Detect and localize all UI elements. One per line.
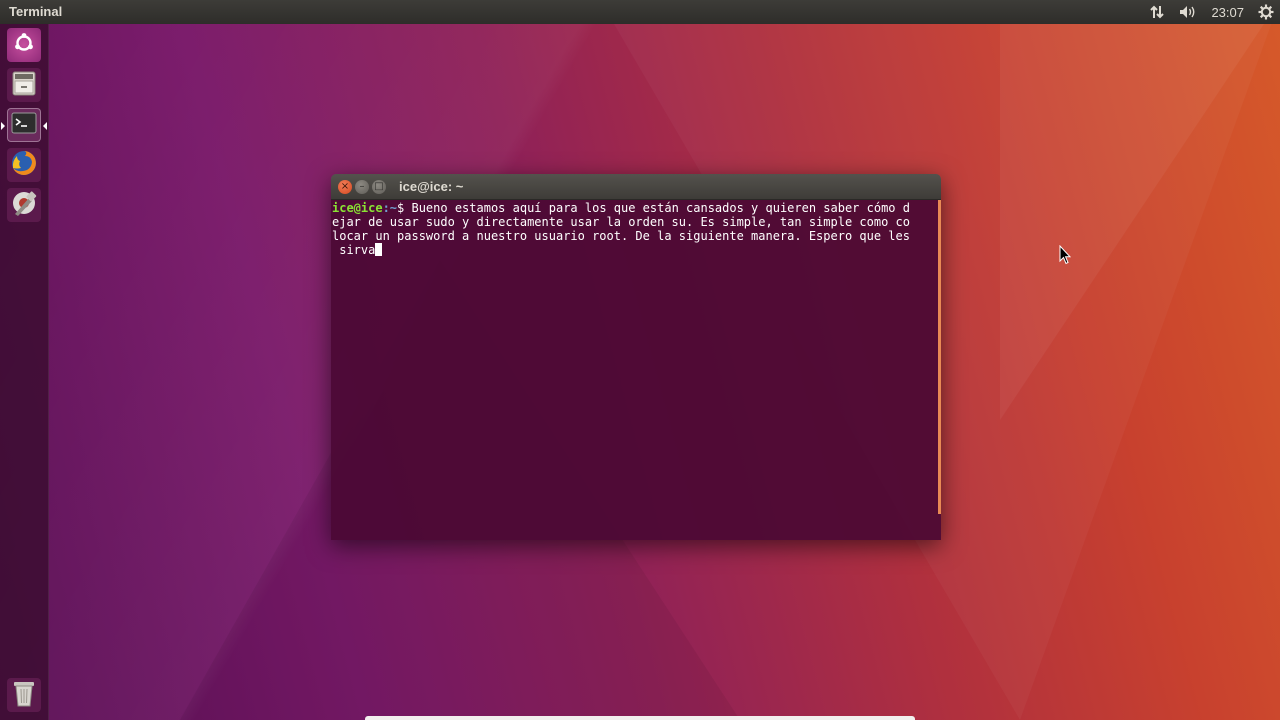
wallpaper-shard [1000, 0, 1280, 420]
active-app-title: Terminal [9, 4, 63, 19]
launcher-item-files[interactable] [7, 68, 41, 102]
launcher-item-trash[interactable] [7, 678, 41, 712]
top-panel: Terminal 23:07 [0, 0, 1280, 24]
network-icon[interactable] [1149, 0, 1165, 24]
terminal-scrollbar[interactable] [938, 200, 941, 514]
close-icon: × [340, 181, 350, 192]
prompt-path: :~ [382, 201, 398, 215]
prompt-user: ice@ice [332, 201, 383, 215]
bottom-popup-edge [365, 716, 915, 720]
file-cabinet-icon [10, 69, 38, 102]
launcher-item-terminal[interactable] [1, 108, 47, 142]
mouse-pointer-icon [1059, 244, 1072, 270]
indicator-area: 23:07 [1149, 0, 1274, 24]
minimize-icon: – [359, 181, 365, 192]
maximize-button[interactable]: □ [372, 180, 386, 194]
terminal-window[interactable]: × – □ ice@ice: ~ ice@ice:~$ Bueno estamo… [331, 174, 941, 540]
terminal-line: sirva [332, 243, 376, 257]
trash-icon [11, 678, 37, 713]
settings-icon [9, 188, 39, 223]
window-titlebar[interactable]: × – □ ice@ice: ~ [331, 174, 941, 200]
launcher-item-dash[interactable] [7, 28, 41, 62]
prompt-symbol: $ [397, 201, 412, 215]
launcher-item-settings[interactable] [7, 188, 41, 222]
volume-icon[interactable] [1179, 0, 1197, 24]
maximize-icon: □ [374, 181, 384, 192]
terminal-line: locar un password a nuestro usuario root… [332, 229, 910, 243]
terminal-text: ice@ice:~$ Bueno estamos aquí para los q… [332, 201, 910, 257]
minimize-button[interactable]: – [355, 180, 369, 194]
clock[interactable]: 23:07 [1211, 0, 1244, 24]
window-title: ice@ice: ~ [399, 179, 464, 194]
terminal-line: Bueno estamos aquí para los que están ca… [411, 201, 910, 215]
gear-icon[interactable] [1258, 0, 1274, 24]
terminal-icon [11, 111, 37, 140]
text-cursor [375, 243, 383, 256]
ubuntu-logo-icon [13, 32, 35, 59]
launcher [0, 24, 49, 720]
launcher-item-firefox[interactable] [7, 148, 41, 182]
terminal-line: ejar de usar sudo y directamente usar la… [332, 215, 910, 229]
firefox-icon [9, 148, 39, 183]
close-button[interactable]: × [338, 180, 352, 194]
terminal-output[interactable]: ice@ice:~$ Bueno estamos aquí para los q… [331, 200, 941, 540]
